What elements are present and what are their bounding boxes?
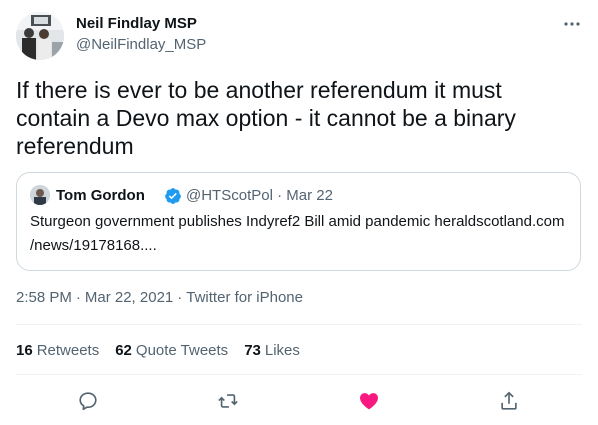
- meta-separator: ·: [75, 289, 81, 306]
- author-handle[interactable]: @NeilFindlay_MSP: [76, 36, 206, 54]
- retweet-icon[interactable]: [217, 390, 241, 414]
- retweets-count: 16: [16, 342, 33, 359]
- quoted-handle-date: @HTScotPol · Mar 22: [186, 187, 333, 204]
- share-icon[interactable]: [498, 390, 522, 414]
- meta-separator: ·: [177, 289, 183, 306]
- quoted-text-line: /news/19178168....: [30, 237, 157, 254]
- tweet-time[interactable]: 2:58 PM: [16, 289, 72, 306]
- likes-count: 73: [244, 342, 261, 359]
- verified-badge-icon: [164, 187, 182, 205]
- tweet-date[interactable]: Mar 22, 2021: [85, 289, 173, 306]
- author-avatar[interactable]: [16, 12, 64, 60]
- likes-label: Likes: [264, 342, 300, 359]
- more-horizontal-icon[interactable]: [561, 14, 583, 34]
- retweets-stat[interactable]: 16 Retweets: [16, 341, 99, 361]
- retweets-label: Retweets: [36, 342, 100, 359]
- author-avatar-image: [16, 12, 64, 60]
- quoted-author-name: Tom Gordon: [56, 187, 145, 204]
- quote-tweets-label: Quote Tweets: [135, 342, 229, 359]
- quoted-tweet-text: Sturgeon government publishes Indyref2 B…: [30, 210, 575, 258]
- quote-tweets-count: 62: [115, 342, 132, 359]
- heart-filled-icon[interactable]: [358, 390, 382, 414]
- tweet-meta: 2:58 PM · Mar 22, 2021 · Twitter for iPhone: [16, 288, 303, 308]
- tweet-text: If there is ever to be another referendu…: [16, 77, 516, 159]
- likes-stat[interactable]: 73 Likes: [244, 341, 300, 361]
- quoted-tweet-card[interactable]: Tom Gordon @HTScotPol · Mar 22 Sturgeon …: [16, 172, 581, 271]
- divider: [16, 374, 582, 375]
- engagement-stats: 16 Retweets 62 Quote Tweets 73 Likes: [16, 341, 316, 361]
- divider: [16, 324, 582, 325]
- quoted-text-line: Sturgeon government publishes Indyref2 B…: [30, 213, 565, 230]
- reply-icon[interactable]: [77, 390, 101, 414]
- tweet-source[interactable]: Twitter for iPhone: [186, 289, 303, 306]
- quoted-author-avatar: [30, 185, 50, 205]
- quote-tweets-stat[interactable]: 62 Quote Tweets: [115, 341, 228, 361]
- author-name[interactable]: Neil Findlay MSP: [76, 15, 197, 33]
